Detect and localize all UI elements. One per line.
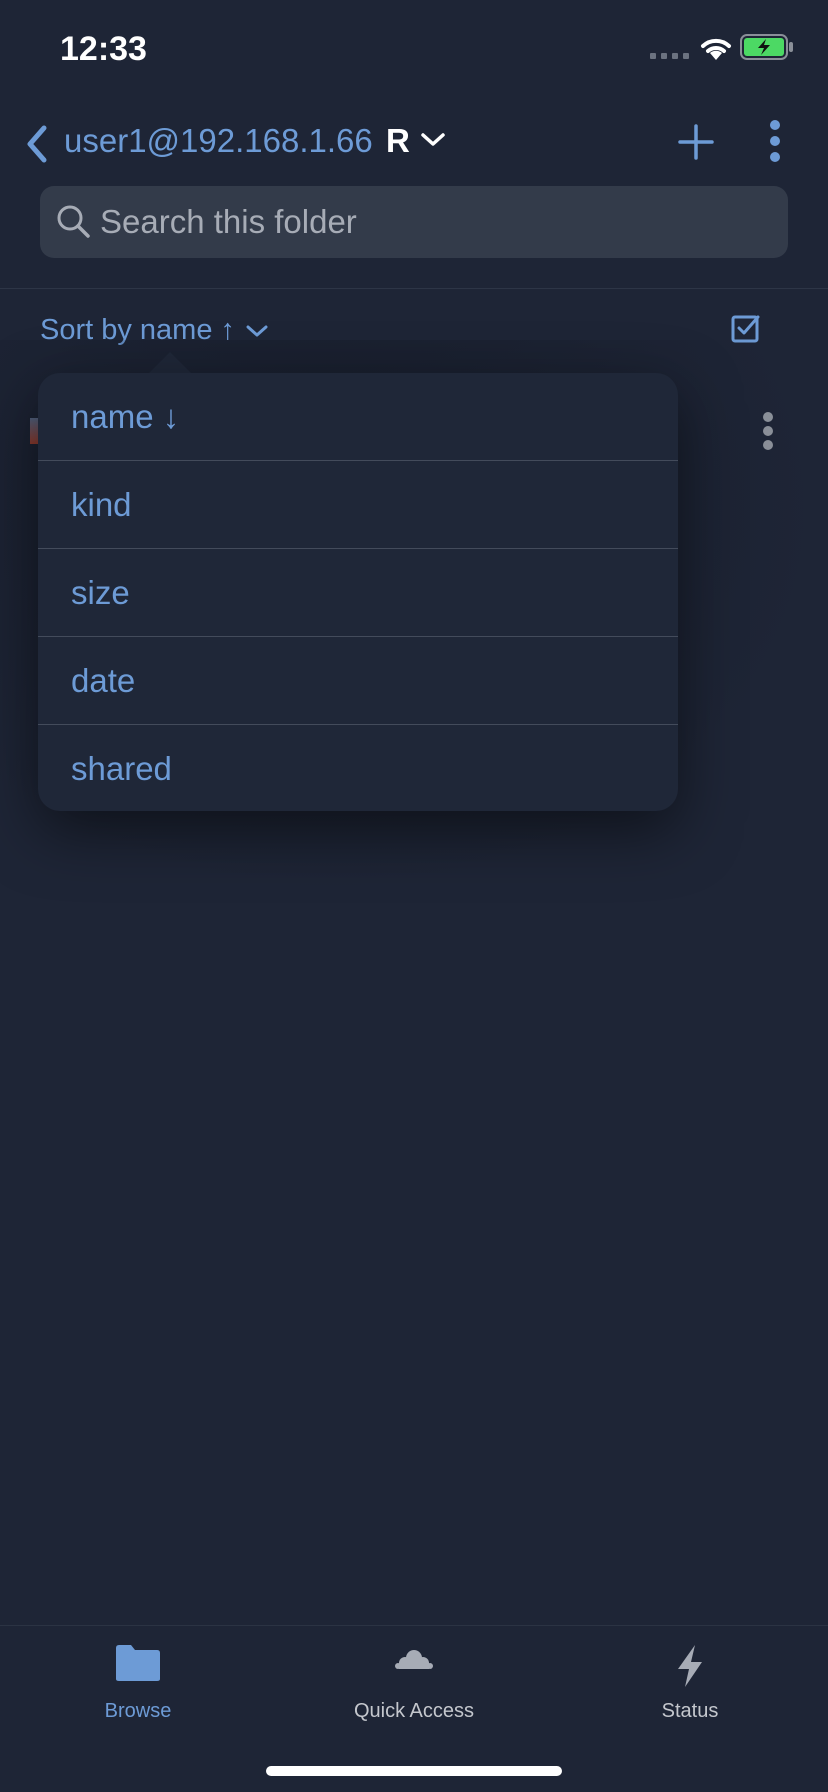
navigation-bar: user1@192.168.1.66 R	[0, 100, 828, 190]
folder-title[interactable]: R	[386, 122, 410, 160]
cloud-icon	[395, 1650, 433, 1669]
tab-label: Status	[661, 1700, 719, 1722]
wifi-icon	[701, 38, 731, 60]
cellular-signal-icon	[650, 53, 689, 59]
back-chevron-icon[interactable]	[22, 122, 52, 166]
popover-arrow	[148, 352, 192, 374]
sort-option-kind[interactable]: kind	[38, 461, 678, 549]
tab-status[interactable]: Status	[552, 1626, 828, 1736]
battery-icon	[740, 34, 793, 60]
tab-browse[interactable]: Browse	[0, 1626, 276, 1736]
bolt-icon	[678, 1645, 702, 1687]
status-bar: 12:33	[0, 0, 828, 100]
sort-option-name[interactable]: name ↓	[38, 373, 678, 461]
chevron-down-icon[interactable]	[420, 132, 446, 148]
back-title[interactable]: user1@192.168.1.66	[64, 122, 373, 160]
folder-icon	[116, 1645, 160, 1681]
tab-label: Browse	[104, 1700, 172, 1722]
header-divider	[0, 288, 828, 289]
tab-label: Quick Access	[353, 1700, 475, 1722]
chevron-down-icon[interactable]	[245, 324, 269, 338]
search-input[interactable]	[100, 186, 760, 258]
search-icon	[57, 205, 90, 238]
sort-option-shared[interactable]: shared	[38, 725, 678, 813]
search-bar[interactable]	[40, 186, 788, 258]
sort-menu: name ↓ kind size date shared	[38, 373, 678, 811]
add-icon[interactable]	[676, 122, 716, 162]
status-time: 12:33	[60, 30, 147, 68]
home-indicator	[266, 1766, 562, 1776]
sort-option-size[interactable]: size	[38, 549, 678, 637]
more-options-icon[interactable]	[768, 118, 782, 164]
tab-quick-access[interactable]: Quick Access	[276, 1626, 552, 1736]
sort-option-date[interactable]: date	[38, 637, 678, 725]
